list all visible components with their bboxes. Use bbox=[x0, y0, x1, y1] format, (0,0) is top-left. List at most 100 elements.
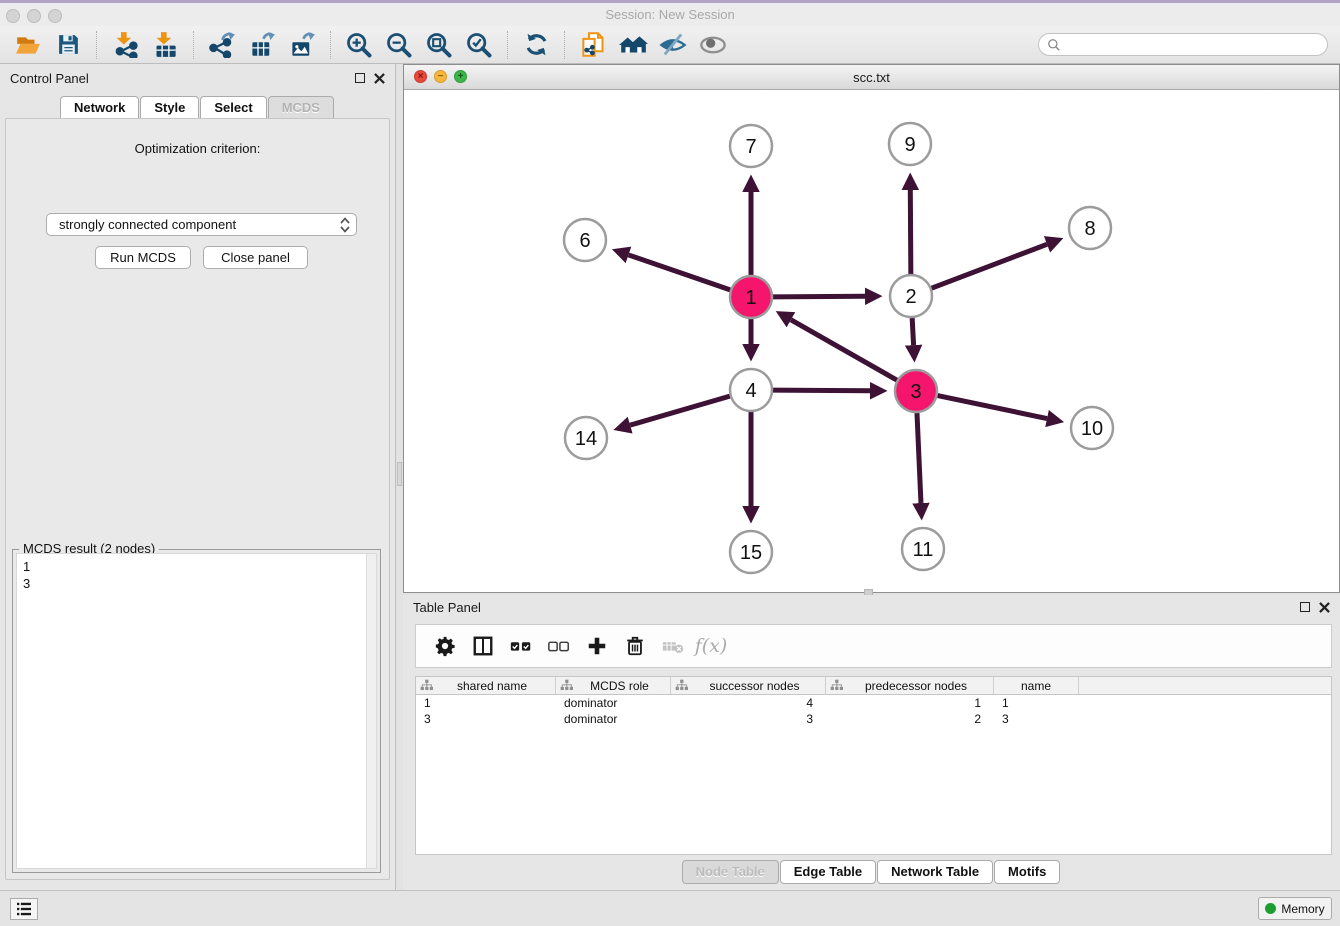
tab-select[interactable]: Select bbox=[200, 96, 266, 119]
clone-network-icon[interactable] bbox=[578, 30, 608, 60]
zoom-selected-icon[interactable] bbox=[464, 30, 494, 60]
close-table-panel-icon[interactable] bbox=[1319, 602, 1330, 613]
graph-edge[interactable] bbox=[773, 296, 865, 297]
column-tree-icon bbox=[675, 679, 688, 692]
hide-selected-eye-icon[interactable] bbox=[658, 30, 688, 60]
tab-motifs[interactable]: Motifs bbox=[994, 860, 1060, 884]
close-panel-button[interactable]: Close panel bbox=[203, 246, 308, 269]
zoom-fit-icon[interactable] bbox=[424, 30, 454, 60]
open-session-icon[interactable] bbox=[13, 30, 43, 60]
column-tree-icon bbox=[830, 679, 843, 692]
window-title: Session: New Session bbox=[605, 7, 734, 22]
memory-status-icon bbox=[1265, 903, 1276, 914]
graph-node-label: 7 bbox=[745, 136, 756, 158]
select-all-checkboxes-icon[interactable] bbox=[508, 633, 534, 659]
cell-successor-nodes[interactable]: 3 bbox=[671, 711, 826, 727]
float-table-panel-icon[interactable] bbox=[1300, 602, 1310, 612]
node-table-header: shared name MCDS role successor nodes pr… bbox=[416, 676, 1331, 695]
show-all-eye-icon[interactable] bbox=[698, 30, 728, 60]
refresh-icon[interactable] bbox=[521, 30, 551, 60]
column-header-successor-nodes[interactable]: successor nodes bbox=[671, 677, 826, 694]
table-row[interactable]: 1 dominator 4 1 1 bbox=[416, 695, 1331, 711]
home-icon[interactable] bbox=[618, 30, 648, 60]
add-column-icon[interactable] bbox=[584, 633, 610, 659]
cell-shared-name[interactable]: 3 bbox=[416, 711, 556, 727]
graph-edge[interactable] bbox=[932, 244, 1047, 288]
run-mcds-button[interactable]: Run MCDS bbox=[95, 246, 191, 269]
cell-predecessor-nodes[interactable]: 2 bbox=[826, 711, 994, 727]
network-frame-titlebar[interactable]: × − + scc.txt bbox=[404, 65, 1339, 90]
graph-edge[interactable] bbox=[917, 413, 921, 503]
cell-mcds-role[interactable]: dominator bbox=[556, 695, 671, 711]
minimize-window-icon[interactable] bbox=[27, 9, 41, 23]
tab-network[interactable]: Network bbox=[60, 96, 139, 119]
graph-edge[interactable] bbox=[910, 190, 911, 274]
tab-edge-table[interactable]: Edge Table bbox=[780, 860, 876, 884]
network-graph[interactable]: 7968124314101511 bbox=[404, 90, 1339, 592]
cell-successor-nodes[interactable]: 4 bbox=[671, 695, 826, 711]
close-panel-icon[interactable] bbox=[374, 73, 385, 84]
float-panel-icon[interactable] bbox=[355, 73, 365, 83]
zoom-out-icon[interactable] bbox=[384, 30, 414, 60]
table-row[interactable]: 3 dominator 3 2 3 bbox=[416, 711, 1331, 727]
criterion-dropdown[interactable]: strongly connected component bbox=[46, 213, 357, 236]
column-header-mcds-role[interactable]: MCDS role bbox=[556, 677, 671, 694]
graph-node-label: 3 bbox=[910, 381, 921, 403]
window-titlebar: Session: New Session bbox=[0, 0, 1340, 26]
table-toolbar: f(x) bbox=[415, 624, 1332, 668]
export-image-icon[interactable] bbox=[287, 30, 317, 60]
task-history-button[interactable] bbox=[10, 898, 38, 920]
vertical-splitter-handle[interactable] bbox=[397, 462, 402, 486]
maximize-window-icon[interactable] bbox=[48, 9, 62, 23]
delete-column-trash-icon[interactable] bbox=[622, 633, 648, 659]
mcds-result-text: 1 3 bbox=[17, 554, 376, 592]
cell-mcds-role[interactable]: dominator bbox=[556, 711, 671, 727]
close-network-icon[interactable]: × bbox=[414, 70, 427, 83]
tab-mcds[interactable]: MCDS bbox=[268, 96, 334, 119]
minimize-network-icon[interactable]: − bbox=[434, 70, 447, 83]
cell-predecessor-nodes[interactable]: 1 bbox=[826, 695, 994, 711]
cell-name[interactable]: 1 bbox=[994, 695, 1079, 711]
network-view-frame: × − + scc.txt 7968124314101511 bbox=[403, 64, 1340, 593]
search-input[interactable] bbox=[1061, 34, 1327, 55]
deselect-all-checkboxes-icon[interactable] bbox=[546, 633, 572, 659]
node-table[interactable]: shared name MCDS role successor nodes pr… bbox=[415, 676, 1332, 855]
split-view-icon[interactable] bbox=[470, 633, 496, 659]
cell-shared-name[interactable]: 1 bbox=[416, 695, 556, 711]
graph-node-label: 4 bbox=[745, 380, 756, 402]
export-table-icon[interactable] bbox=[247, 30, 277, 60]
column-header-name[interactable]: name bbox=[994, 677, 1079, 694]
close-window-icon[interactable] bbox=[6, 9, 20, 23]
column-header-empty bbox=[1079, 677, 1331, 694]
graph-edge[interactable] bbox=[912, 318, 913, 345]
graph-node-label: 11 bbox=[913, 539, 934, 561]
mcds-tab-content: Optimization criterion: strongly connect… bbox=[5, 118, 390, 880]
delete-table-icon-disabled bbox=[660, 633, 686, 659]
tab-network-table[interactable]: Network Table bbox=[877, 860, 993, 884]
graph-edge[interactable] bbox=[791, 320, 897, 380]
graph-node-label: 15 bbox=[740, 542, 762, 564]
tab-node-table[interactable]: Node Table bbox=[682, 860, 779, 884]
graph-node-label: 2 bbox=[905, 286, 916, 308]
table-settings-gear-icon[interactable] bbox=[432, 633, 458, 659]
network-canvas[interactable]: 7968124314101511 bbox=[404, 90, 1339, 592]
cell-name[interactable]: 3 bbox=[994, 711, 1079, 727]
save-session-icon[interactable] bbox=[53, 30, 83, 60]
zoom-in-icon[interactable] bbox=[344, 30, 374, 60]
mcds-result-area[interactable]: 1 3 bbox=[16, 553, 377, 869]
result-scrollbar[interactable] bbox=[366, 554, 376, 868]
graph-edge[interactable] bbox=[938, 396, 1047, 419]
memory-button[interactable]: Memory bbox=[1258, 897, 1332, 920]
export-network-icon[interactable] bbox=[207, 30, 237, 60]
column-header-predecessor-nodes[interactable]: predecessor nodes bbox=[826, 677, 994, 694]
graph-edge[interactable] bbox=[630, 396, 730, 425]
graph-edge[interactable] bbox=[629, 255, 731, 290]
graph-edge[interactable] bbox=[773, 390, 870, 391]
import-network-icon[interactable] bbox=[110, 30, 140, 60]
import-table-icon[interactable] bbox=[150, 30, 180, 60]
column-header-shared-name[interactable]: shared name bbox=[416, 677, 556, 694]
search-field[interactable] bbox=[1038, 33, 1328, 56]
tab-style[interactable]: Style bbox=[140, 96, 199, 119]
maximize-network-icon[interactable]: + bbox=[454, 70, 467, 83]
column-tree-icon bbox=[560, 679, 573, 692]
